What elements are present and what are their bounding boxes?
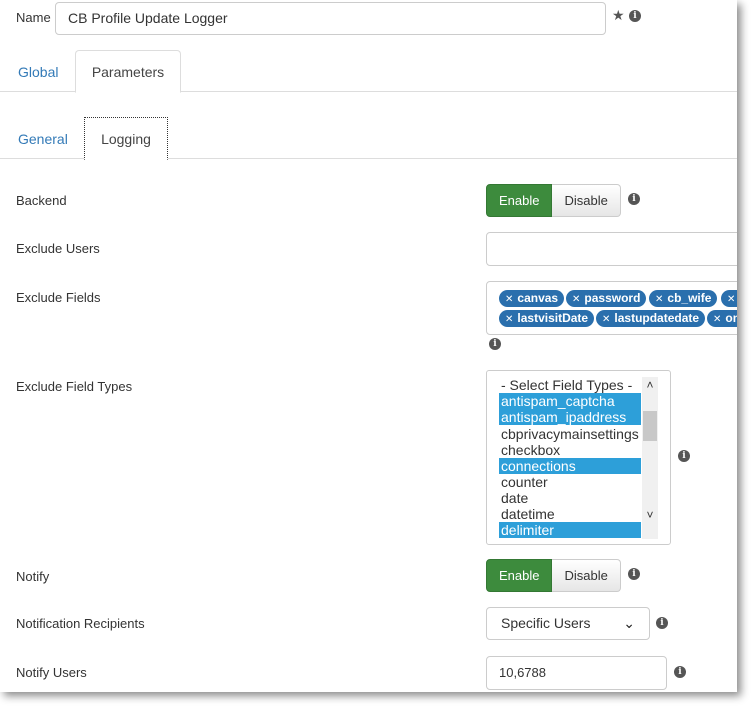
name-input[interactable]: CB Profile Update Logger bbox=[55, 2, 606, 35]
tag-canvas[interactable]: ✕ canvas bbox=[499, 290, 565, 307]
option[interactable]: connections bbox=[499, 458, 641, 474]
backend-toggle: Enable Disable bbox=[486, 184, 621, 217]
notify-enable-button[interactable]: Enable bbox=[486, 559, 553, 592]
exclude-fields-label: Exclude Fields bbox=[16, 290, 101, 305]
option[interactable]: date bbox=[499, 490, 641, 506]
chevron-up-icon[interactable]: ˄ bbox=[642, 377, 658, 393]
tag-on[interactable]: ✕on bbox=[707, 310, 737, 327]
notify-users-label: Notify Users bbox=[16, 665, 87, 680]
exclude-field-types-select[interactable]: - Select Field Types - antispam_captcha … bbox=[486, 370, 671, 545]
option[interactable]: checkbox bbox=[499, 442, 641, 458]
tab-logging[interactable]: Logging bbox=[84, 117, 168, 160]
backend-enable-button[interactable]: Enable bbox=[486, 184, 553, 217]
notification-recipients-label: Notification Recipients bbox=[16, 616, 145, 631]
sub-tabs: General Logging bbox=[0, 117, 737, 160]
tag-password[interactable]: ✕ password bbox=[566, 290, 647, 307]
option[interactable]: counter bbox=[499, 474, 641, 490]
settings-panel: Name CB Profile Update Logger ★ i Global… bbox=[0, 0, 737, 692]
notify-label: Notify bbox=[16, 569, 50, 584]
exclude-users-input[interactable] bbox=[486, 232, 737, 266]
option[interactable]: datetime bbox=[499, 506, 641, 522]
close-icon[interactable]: ✕ bbox=[713, 314, 721, 325]
tab-parameters[interactable]: Parameters bbox=[75, 50, 181, 93]
info-icon[interactable]: i bbox=[628, 193, 640, 205]
close-icon[interactable]: ✕ bbox=[505, 314, 513, 325]
chevron-down-icon[interactable]: ˅ bbox=[642, 507, 658, 523]
notify-users-input[interactable]: 10,6788 bbox=[486, 656, 667, 690]
backend-disable-button[interactable]: Disable bbox=[552, 184, 621, 217]
tag-lastupdatedate[interactable]: ✕ lastupdatedate bbox=[596, 310, 706, 327]
notification-recipients-value: Specific Users bbox=[501, 615, 591, 631]
info-icon[interactable]: i bbox=[629, 10, 641, 22]
close-icon[interactable]: ✕ bbox=[572, 294, 580, 305]
notify-disable-button[interactable]: Disable bbox=[552, 559, 621, 592]
notify-toggle: Enable Disable bbox=[486, 559, 621, 592]
tag-c[interactable]: ✕c bbox=[721, 290, 737, 307]
scrollbar-thumb[interactable] bbox=[643, 411, 657, 441]
name-label: Name bbox=[16, 10, 51, 25]
close-icon[interactable]: ✕ bbox=[602, 314, 610, 325]
close-icon[interactable]: ✕ bbox=[505, 294, 513, 305]
backend-label: Backend bbox=[16, 193, 67, 208]
info-icon[interactable]: i bbox=[678, 450, 690, 462]
option[interactable]: antispam_ipaddress bbox=[499, 409, 641, 425]
option[interactable]: antispam_captcha bbox=[499, 393, 641, 409]
exclude-field-types-label: Exclude Field Types bbox=[16, 379, 133, 394]
chevron-down-icon: ⌄ bbox=[623, 615, 635, 631]
main-tabs: Global Parameters bbox=[0, 50, 737, 93]
star-icon[interactable]: ★ bbox=[612, 8, 626, 22]
scrollbar[interactable]: ˄ ˅ bbox=[642, 377, 658, 539]
info-icon[interactable]: i bbox=[489, 338, 501, 350]
tab-general[interactable]: General bbox=[2, 117, 84, 159]
notification-recipients-select[interactable]: Specific Users ⌄ bbox=[486, 607, 650, 640]
close-icon[interactable]: ✕ bbox=[655, 294, 663, 305]
option[interactable]: cbprivacymainsettings bbox=[499, 426, 641, 442]
exclude-users-label: Exclude Users bbox=[16, 241, 100, 256]
info-icon[interactable]: i bbox=[656, 617, 668, 629]
close-icon[interactable]: ✕ bbox=[727, 294, 735, 305]
info-icon[interactable]: i bbox=[628, 568, 640, 580]
tab-global[interactable]: Global bbox=[2, 50, 74, 92]
exclude-fields-tagbox[interactable]: ✕canvas ✕password ✕cb_wife ✕c ✕lastvisit… bbox=[486, 281, 737, 335]
info-icon[interactable]: i bbox=[674, 666, 686, 678]
option[interactable]: delimiter bbox=[499, 522, 641, 538]
tag-lastvisitdate[interactable]: ✕ lastvisitDate bbox=[499, 310, 595, 327]
option[interactable]: - Select Field Types - bbox=[499, 377, 641, 393]
tag-cb-wife[interactable]: ✕ cb_wife bbox=[649, 290, 718, 307]
